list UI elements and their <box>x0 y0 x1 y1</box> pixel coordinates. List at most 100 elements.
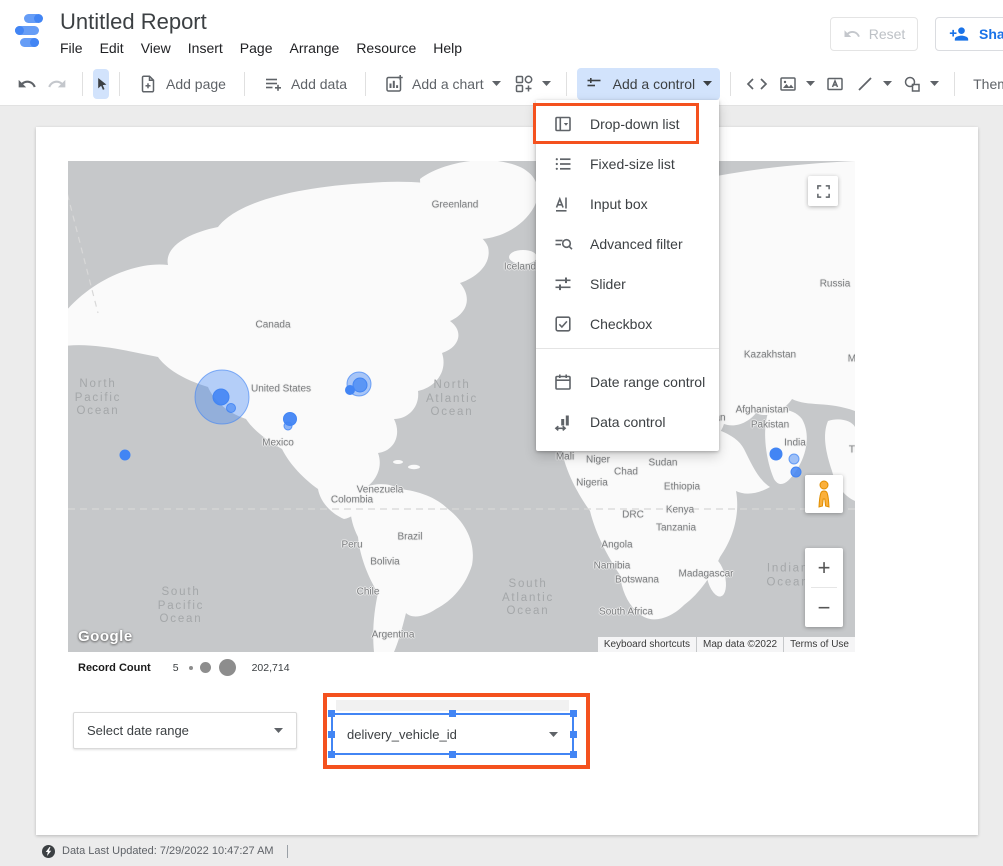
map-bubble[interactable] <box>227 404 236 413</box>
date-range-filter-control[interactable]: Select date range <box>73 712 297 749</box>
map-bubble[interactable] <box>353 378 367 392</box>
embed-url-button[interactable] <box>741 68 773 100</box>
chevron-down-icon <box>703 81 712 86</box>
freshness-icon <box>42 845 55 858</box>
undo-button[interactable] <box>12 68 42 100</box>
control-menu-item-fixed-size-list[interactable]: Fixed-size list <box>536 144 719 184</box>
selection-handle[interactable] <box>328 751 335 758</box>
menu-help[interactable]: Help <box>433 40 462 56</box>
reset-undo-icon <box>843 25 861 43</box>
selection-handle[interactable] <box>570 731 577 738</box>
shape-button[interactable] <box>897 68 944 100</box>
map-attribution-keyboard-shortcuts[interactable]: Keyboard shortcuts <box>598 637 696 652</box>
zoom-in-button[interactable]: + <box>805 548 843 587</box>
app-header: Untitled Report File Edit View Insert Page Ar… <box>0 0 1003 62</box>
image-button[interactable] <box>773 68 820 100</box>
line-button[interactable] <box>850 68 897 100</box>
menu-divider <box>536 348 719 349</box>
toolbar-divider <box>244 72 245 96</box>
dropdown-filter-label: delivery_vehicle_id <box>347 727 457 742</box>
add-data-button[interactable]: Add data <box>255 68 355 100</box>
dropdown-list-icon <box>553 114 573 134</box>
chevron-down-icon <box>274 728 283 733</box>
chevron-down-icon <box>542 81 551 86</box>
map-bubble[interactable] <box>791 467 801 477</box>
zoom-out-button[interactable]: − <box>805 588 843 627</box>
chevron-down-icon <box>806 81 815 86</box>
share-label: Share <box>979 26 1003 42</box>
person-add-icon <box>949 24 969 44</box>
control-menu-item-slider[interactable]: Slider <box>536 264 719 304</box>
map-attribution-terms-of-use[interactable]: Terms of Use <box>784 637 855 652</box>
text-button[interactable] <box>820 68 850 100</box>
add-chart-button[interactable]: Add a chart <box>376 68 509 100</box>
control-menu-item-label: Date range control <box>590 374 705 390</box>
map-bubble[interactable] <box>770 448 782 460</box>
map-attribution-map-data-2022[interactable]: Map data ©2022 <box>697 637 783 652</box>
selection-handle[interactable] <box>570 710 577 717</box>
data-studio-logo-icon <box>13 14 49 47</box>
toolbar-divider <box>730 72 731 96</box>
control-menu-item-data-control[interactable]: Data control <box>536 402 719 442</box>
menu-resource[interactable]: Resource <box>356 40 416 56</box>
toolbar-divider <box>119 72 120 96</box>
menu-insert[interactable]: Insert <box>188 40 223 56</box>
menu-view[interactable]: View <box>141 40 171 56</box>
map-bubble[interactable] <box>120 450 130 460</box>
pegman-icon <box>813 480 835 508</box>
menu-arrange[interactable]: Arrange <box>290 40 340 56</box>
dropdown-filter-control-selected[interactable]: delivery_vehicle_id <box>331 713 574 755</box>
control-menu-item-date-range-control[interactable]: Date range control <box>536 362 719 402</box>
theme-layout-label: Theme and layout <box>973 76 1003 92</box>
map-bubble[interactable] <box>789 454 799 464</box>
menu-page[interactable]: Page <box>240 40 273 56</box>
selection-handle[interactable] <box>449 710 456 717</box>
control-menu-item-label: Input box <box>590 196 648 212</box>
selection-handle[interactable] <box>570 751 577 758</box>
legend-max-value: 202,714 <box>252 662 290 674</box>
map-bubble[interactable] <box>346 386 355 395</box>
control-menu-item-input-box[interactable]: Input box <box>536 184 719 224</box>
status-bar: Data Last Updated: 7/29/2022 10:47:27 AM <box>0 836 1003 866</box>
add-control-button[interactable]: Add a control <box>577 68 721 100</box>
theme-layout-button[interactable]: Theme and layout <box>965 68 1003 100</box>
share-button[interactable]: Share <box>935 17 1003 51</box>
control-menu-item-label: Slider <box>590 276 626 292</box>
add-control-menu: Drop-down listFixed-size list Input box Ad… <box>536 100 719 451</box>
menu-file[interactable]: File <box>60 40 83 56</box>
legend-metric-label: Record Count <box>78 662 151 674</box>
selection-handle[interactable] <box>328 710 335 717</box>
google-maps-logo: Google <box>78 628 133 645</box>
selection-handle[interactable] <box>449 751 456 758</box>
redo-button[interactable] <box>42 68 72 100</box>
control-menu-item-checkbox[interactable]: Checkbox <box>536 304 719 344</box>
date-range-icon <box>553 372 573 392</box>
reset-button[interactable]: Reset <box>830 17 918 51</box>
selection-handle[interactable] <box>328 731 335 738</box>
toolbar-divider <box>82 72 83 96</box>
map-bubble[interactable] <box>213 389 229 405</box>
control-menu-item-advanced-filter[interactable]: Advanced filter <box>536 224 719 264</box>
control-menu-item-label: Advanced filter <box>590 236 683 252</box>
menu-edit[interactable]: Edit <box>100 40 124 56</box>
report-title[interactable]: Untitled Report <box>60 9 207 35</box>
community-visualizations-button[interactable] <box>509 68 556 100</box>
add-page-button[interactable]: Add page <box>130 68 234 100</box>
control-menu-item-drop-down-list[interactable]: Drop-down list <box>536 104 719 144</box>
map-bubble[interactable] <box>284 422 292 430</box>
status-divider <box>287 845 288 858</box>
select-tool-button[interactable] <box>93 69 109 99</box>
legend-dot-medium <box>200 662 211 673</box>
input-box-icon <box>553 194 573 214</box>
map-fullscreen-button[interactable] <box>808 176 838 206</box>
map-zoom-control: + − <box>805 548 843 627</box>
chevron-down-icon <box>549 732 558 737</box>
report-canvas[interactable]: GreenlandIcelandRussiaCanadaKazakhstanMo… <box>36 127 978 835</box>
add-page-label: Add page <box>166 76 226 92</box>
geo-map-chart[interactable]: GreenlandIcelandRussiaCanadaKazakhstanMo… <box>68 161 855 652</box>
toolbar: Add page Add data Add a chart Add a co <box>0 62 1003 106</box>
add-chart-label: Add a chart <box>412 76 484 92</box>
street-view-pegman-button[interactable] <box>805 475 843 513</box>
menubar: File Edit View Insert Page Arrange Resource Hel… <box>60 40 462 56</box>
checkbox-icon <box>553 314 573 334</box>
